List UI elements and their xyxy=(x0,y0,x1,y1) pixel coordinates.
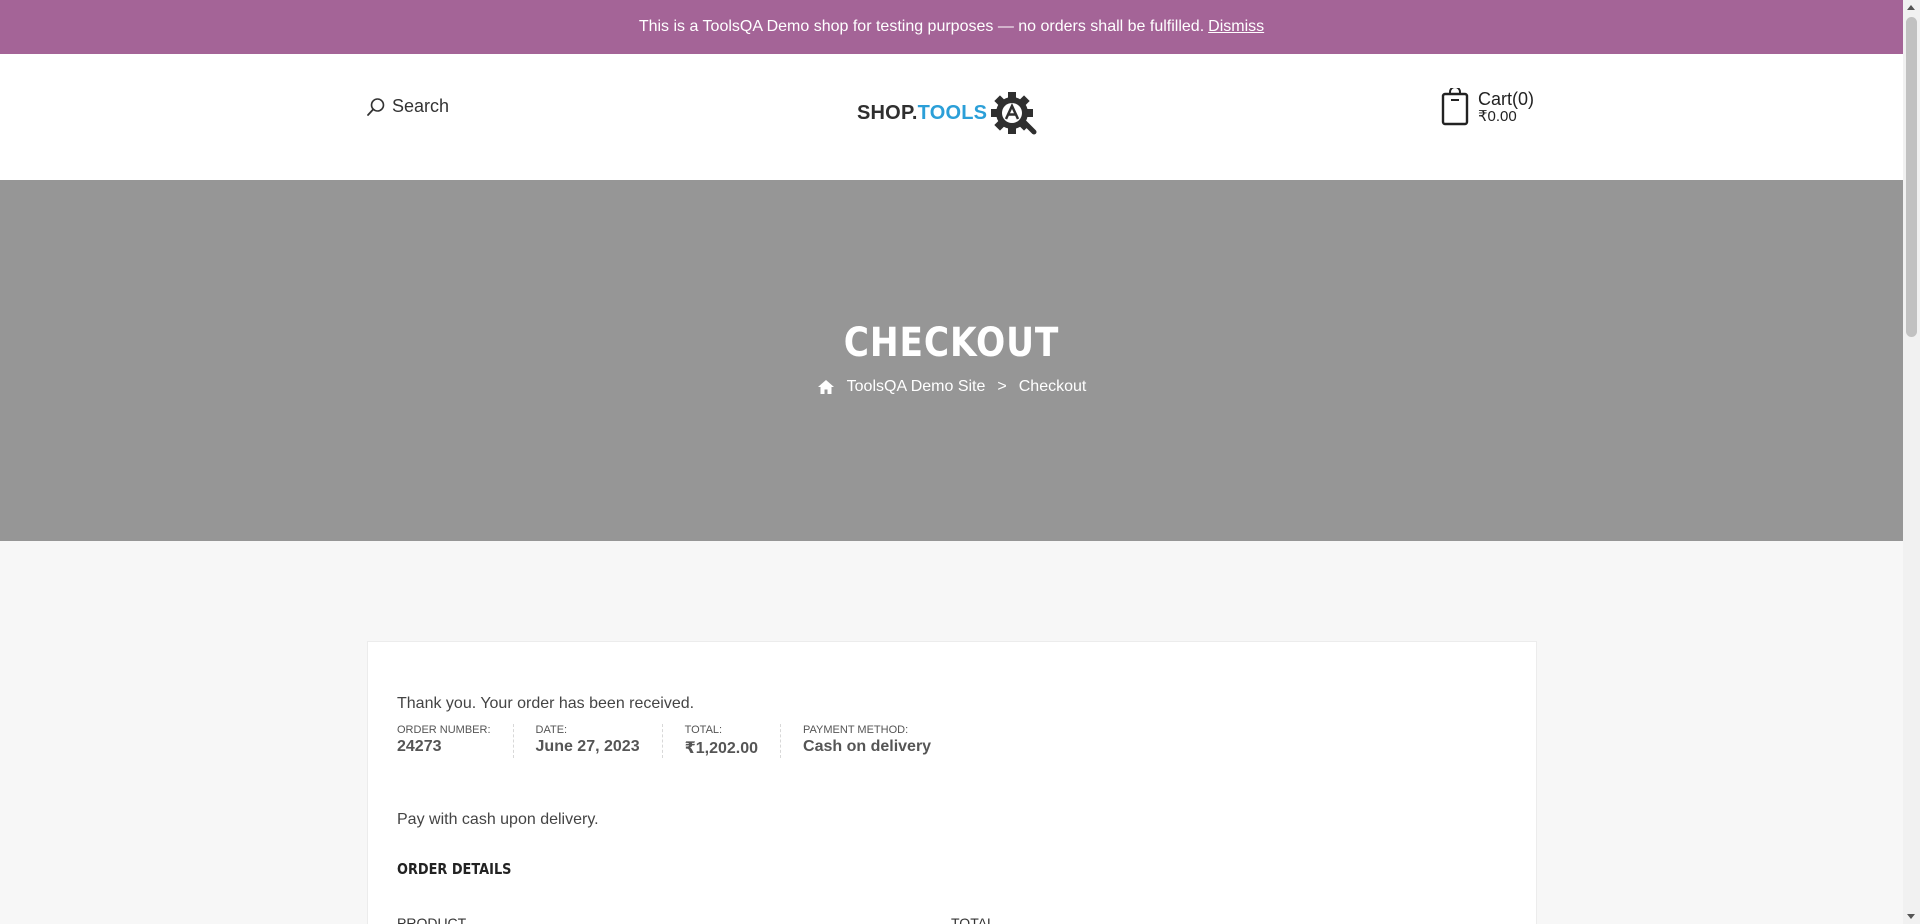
order-total-label: TOTAL: xyxy=(684,724,723,736)
order-number-item: ORDER NUMBER: 24273 xyxy=(397,724,514,758)
page-title: CHECKOUT xyxy=(843,320,1060,366)
payment-method-value: Cash on delivery xyxy=(803,738,932,755)
cart-label: Cart(0) xyxy=(1478,88,1535,109)
page: This is a ToolsQA Demo shop for testing … xyxy=(0,0,1903,924)
product-column-header: PRODUCT xyxy=(397,915,467,924)
order-received-card: Thank you. Your order has been received.… xyxy=(367,641,1537,924)
total-column-header: TOTAL xyxy=(951,915,995,924)
page-hero: CHECKOUT ToolsQA Demo Site > Checkout xyxy=(0,180,1903,541)
payment-method-label: PAYMENT METHOD: xyxy=(803,724,909,736)
order-overview: ORDER NUMBER: 24273 DATE: June 27, 2023 … xyxy=(397,724,975,758)
order-total-item: TOTAL: ₹1,202.00 xyxy=(684,724,782,758)
home-icon[interactable] xyxy=(817,379,835,395)
breadcrumb-current: Checkout xyxy=(1018,378,1087,395)
cart-button[interactable]: Cart(0) ₹0.00 xyxy=(1440,88,1534,126)
search-button[interactable]: Search xyxy=(366,96,449,117)
shopping-bag-icon xyxy=(1441,88,1469,126)
logo-text-shop: SHOP. xyxy=(857,101,918,124)
order-thank-you-text: Thank you. Your order has been received. xyxy=(397,695,695,712)
order-number-label: ORDER NUMBER: xyxy=(397,724,491,736)
payment-instructions: Pay with cash upon delivery. xyxy=(397,811,599,828)
search-label: Search xyxy=(392,96,450,116)
logo-text-tools: TOOLS xyxy=(917,101,988,124)
vertical-scrollbar[interactable] xyxy=(1903,0,1920,924)
breadcrumb-separator: > xyxy=(997,378,1007,395)
demo-notice-bar: This is a ToolsQA Demo shop for testing … xyxy=(0,0,1903,54)
order-date-label: DATE: xyxy=(535,724,568,736)
order-number-value: 24273 xyxy=(397,738,442,755)
order-details-heading: ORDER DETAILS xyxy=(397,860,512,878)
breadcrumb-home-link[interactable]: ToolsQA Demo Site xyxy=(847,378,986,396)
dismiss-link[interactable]: Dismiss xyxy=(1208,18,1264,36)
site-header: Search SHOP.TOOLS Cart(0) ₹0.00 xyxy=(0,54,1903,180)
logo-text: SHOP.TOOLS xyxy=(857,102,987,125)
order-date-value: June 27, 2023 xyxy=(535,738,640,755)
gear-logo-icon xyxy=(991,92,1037,135)
scroll-down-arrow-icon[interactable] xyxy=(1907,914,1915,919)
payment-method-item: PAYMENT METHOD: Cash on delivery xyxy=(803,724,953,758)
cart-amount: ₹0.00 xyxy=(1478,107,1517,125)
notice-text: This is a ToolsQA Demo shop for testing … xyxy=(638,18,1205,35)
scroll-up-arrow-icon[interactable] xyxy=(1907,5,1915,10)
cart-info: Cart(0) ₹0.00 xyxy=(1478,88,1535,125)
breadcrumb: ToolsQA Demo Site > Checkout xyxy=(0,378,1903,396)
site-logo[interactable]: SHOP.TOOLS xyxy=(857,90,1038,136)
order-total-value: ₹1,202.00 xyxy=(684,740,759,757)
order-date-item: DATE: June 27, 2023 xyxy=(536,724,663,758)
search-icon xyxy=(367,97,385,116)
scrollbar-thumb[interactable] xyxy=(1906,17,1917,337)
